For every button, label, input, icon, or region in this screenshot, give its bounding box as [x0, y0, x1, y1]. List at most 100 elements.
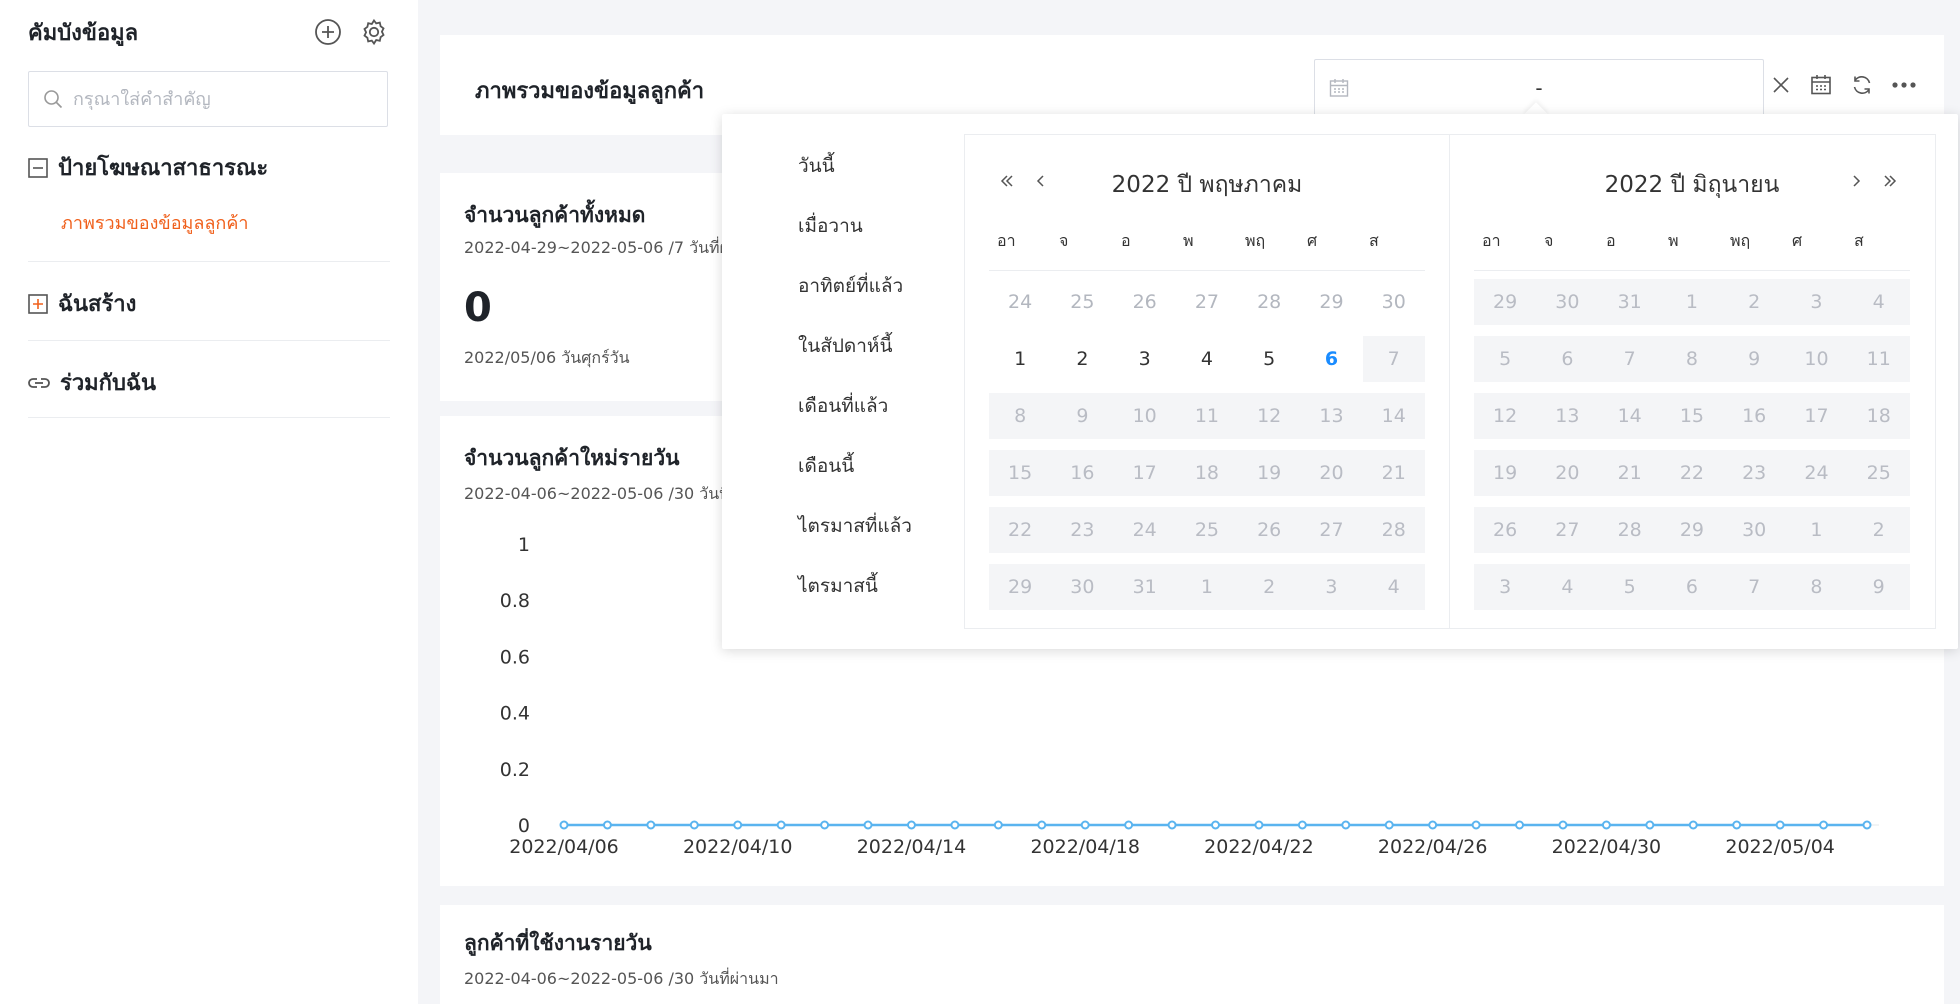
shortcut-this-quarter[interactable]: ไตรมาสนี้ — [798, 571, 878, 601]
card-date: 2022/05/06 วันศุกร์วัน — [464, 348, 630, 367]
day-cell: 25 — [1175, 507, 1239, 553]
day-cell: 7 — [1723, 564, 1786, 610]
week-row: 29 30 31 1 2 3 4 — [1474, 279, 1910, 325]
weekday-label: ส — [1369, 231, 1379, 250]
day-cell: 26 — [1474, 507, 1537, 553]
board-item-customer-overview[interactable]: ภาพรวมของข้อมูลลูกค้า — [61, 208, 248, 237]
day-cell: 15 — [989, 450, 1052, 496]
day-cell: 30 — [1536, 279, 1599, 325]
day-cell: 26 — [1238, 507, 1301, 553]
range-separator: - — [1535, 76, 1543, 100]
day-cell[interactable]: 1 — [989, 336, 1051, 382]
close-icon[interactable] — [1767, 71, 1795, 99]
calendar-panels: 2022 ปี พฤษภาคม อา จ อ พ พฤ ศ ส 24 25 26 27… — [964, 134, 1936, 629]
section-my-created[interactable]: ฉันสร้าง — [28, 286, 390, 321]
day-cell: 9 — [1847, 564, 1910, 610]
calendar-left: 2022 ปี พฤษภาคม อา จ อ พ พฤ ศ ส 24 25 26 27… — [965, 135, 1449, 628]
day-cell: 9 — [1051, 393, 1114, 439]
day-cell: 12 — [1474, 393, 1537, 439]
shortcut-last-quarter[interactable]: ไตรมาสที่แล้ว — [798, 511, 912, 541]
day-cell[interactable]: 4 — [1176, 336, 1238, 382]
section-public-boards[interactable]: ป้ายโฆษณาสาธารณะ — [28, 150, 390, 185]
day-cell[interactable]: 29 — [1300, 279, 1362, 325]
day-cell: 4 — [1536, 564, 1599, 610]
day-cell: 24 — [1785, 450, 1848, 496]
shortcut-yesterday[interactable]: เมื่อวาน — [798, 211, 863, 241]
day-cell: 14 — [1598, 393, 1661, 439]
day-cell: 28 — [1598, 507, 1661, 553]
search-box[interactable] — [28, 71, 388, 127]
shortcut-this-month[interactable]: เดือนนี้ — [798, 451, 854, 481]
more-icon[interactable] — [1890, 71, 1918, 99]
section-shared-with-me[interactable]: ร่วมกับฉัน — [28, 365, 390, 400]
day-cell: 13 — [1300, 393, 1363, 439]
day-cell: 15 — [1660, 393, 1724, 439]
weekday-label: พฤ — [1730, 231, 1751, 250]
day-cell: 18 — [1847, 393, 1910, 439]
day-cell: 1 — [1785, 507, 1848, 553]
day-cell[interactable]: 26 — [1114, 279, 1176, 325]
day-cell: 13 — [1536, 393, 1599, 439]
sidebar: คัมบังข้อมูล ป้ายโฆษณาสาธารณะ ภาพรวมของข… — [0, 0, 418, 1004]
week-row: 15 16 17 18 19 20 21 — [989, 450, 1425, 496]
day-cell: 29 — [1660, 507, 1724, 553]
weekday-label: อา — [997, 231, 1016, 250]
y-tick-label: 0.4 — [500, 703, 530, 725]
day-cell: 10 — [1785, 336, 1848, 382]
divider — [28, 340, 390, 341]
day-cell: 28 — [1362, 507, 1425, 553]
y-tick-label: 0.6 — [500, 646, 530, 668]
next-year-icon[interactable] — [1878, 169, 1902, 193]
gear-icon[interactable] — [358, 16, 390, 48]
day-cell[interactable]: 3 — [1114, 336, 1176, 382]
day-cell[interactable]: 5 — [1238, 336, 1300, 382]
weekday-header: อา จ อ พ พฤ ศ ส — [1474, 223, 1910, 271]
plus-square-icon[interactable] — [28, 293, 48, 314]
shortcut-last-month[interactable]: เดือนที่แล้ว — [798, 391, 888, 421]
day-cell[interactable]: 28 — [1238, 279, 1300, 325]
data-point — [1819, 820, 1829, 830]
sidebar-title: คัมบังข้อมูล — [28, 20, 139, 46]
day-cell[interactable]: 24 — [989, 279, 1051, 325]
calendar-icon[interactable] — [1807, 71, 1835, 99]
section-label: ร่วมกับฉัน — [60, 371, 156, 396]
next-month-icon[interactable] — [1844, 169, 1868, 193]
data-point — [1297, 820, 1307, 830]
y-tick-label: 1 — [518, 534, 530, 556]
refresh-icon[interactable] — [1848, 71, 1876, 99]
day-cell[interactable]: 2 — [1051, 336, 1113, 382]
weekday-label: พ — [1183, 231, 1194, 250]
x-tick-label: 2022/04/26 — [1378, 836, 1488, 858]
day-cell-today[interactable]: 6 — [1300, 336, 1362, 382]
week-row: 29 30 31 1 2 3 4 — [989, 564, 1425, 610]
x-tick-label: 2022/04/22 — [1204, 836, 1314, 858]
data-point — [689, 820, 699, 830]
shortcut-today[interactable]: วันนี้ — [798, 151, 835, 181]
day-cell: 22 — [1660, 450, 1724, 496]
day-cell: 17 — [1785, 393, 1848, 439]
day-cell: 16 — [1051, 450, 1114, 496]
day-cell: 20 — [1536, 450, 1599, 496]
data-point — [1732, 820, 1742, 830]
weekday-label: ศ — [1792, 231, 1803, 250]
week-row: 12 13 14 15 16 17 18 — [1474, 393, 1910, 439]
day-cell: 11 — [1847, 336, 1910, 382]
shortcut-this-week[interactable]: ในสัปดาห์นี้ — [798, 331, 892, 361]
day-cell[interactable]: 27 — [1176, 279, 1238, 325]
data-point — [820, 820, 830, 830]
page-title: ภาพรวมของข้อมูลลูกค้า — [475, 79, 705, 104]
weekday-label: จ — [1544, 231, 1554, 250]
card-title: ลูกค้าที่ใช้งานรายวัน — [464, 931, 652, 955]
day-cell: 19 — [1238, 450, 1301, 496]
x-tick-label: 2022/04/18 — [1030, 836, 1140, 858]
minus-square-icon[interactable] — [28, 157, 48, 178]
day-cell[interactable]: 25 — [1051, 279, 1113, 325]
shortcut-last-week[interactable]: อาทิตย์ที่แล้ว — [798, 271, 903, 301]
day-cell: 23 — [1723, 450, 1786, 496]
search-input[interactable] — [73, 88, 363, 110]
add-circle-icon[interactable] — [312, 16, 344, 48]
data-point — [1124, 820, 1134, 830]
day-cell[interactable]: 30 — [1363, 279, 1425, 325]
day-cell: 1 — [1660, 279, 1724, 325]
week-row: 8 9 10 11 12 13 14 — [989, 393, 1425, 439]
